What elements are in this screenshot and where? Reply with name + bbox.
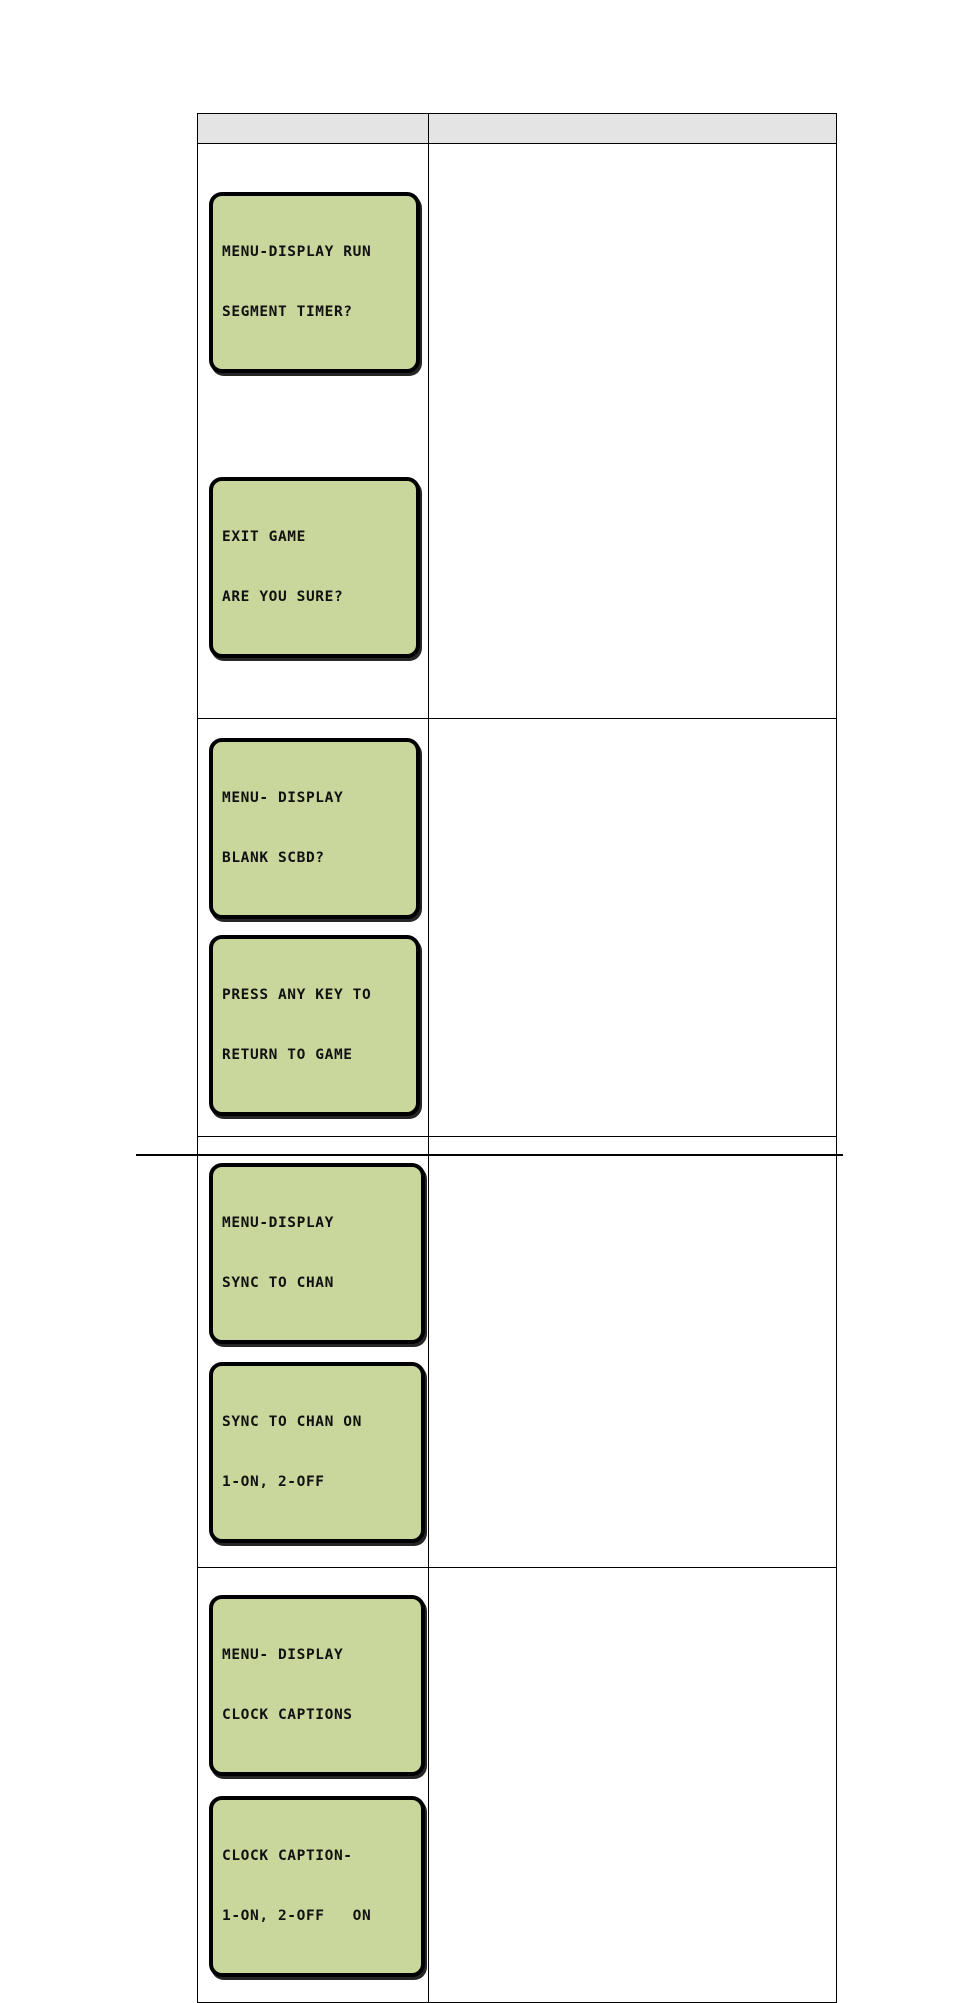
lcd-stack: MENU- DISPLAY BLANK SCBD? PRESS ANY KEY … (198, 719, 428, 1136)
footer-rule (136, 1154, 843, 1156)
cell-description-sync-to-chan (428, 1136, 837, 1568)
lcd-line-1: MENU-DISPLAY (222, 1215, 334, 1231)
lcd-panel-menu-display-sync-to-chan[interactable]: MENU-DISPLAY SYNC TO CHAN (209, 1163, 425, 1344)
lcd-line-2: 1-ON, 2-OFF (222, 1474, 325, 1490)
lcd-line-2: SYNC TO CHAN (222, 1275, 334, 1291)
lcd-stack: MENU- DISPLAY CLOCK CAPTIONS CLOCK CAPTI… (198, 1568, 428, 2002)
lcd-spacer (198, 373, 428, 477)
lcd-spacer (198, 919, 428, 935)
lcd-spacer (198, 1776, 428, 1796)
table-header-row (197, 113, 837, 144)
lcd-line-2: RETURN TO GAME (222, 1047, 353, 1063)
lcd-panel-exit-game-confirm[interactable]: EXIT GAME ARE YOU SURE? (209, 477, 420, 658)
menu-display-table: MENU-DISPLAY RUN SEGMENT TIMER? EXIT GAM… (197, 113, 837, 2003)
lcd-line-1: EXIT GAME (222, 529, 306, 545)
lcd-line-2: 1-ON, 2-OFF ON (222, 1908, 372, 1924)
table-row: MENU- DISPLAY CLOCK CAPTIONS CLOCK CAPTI… (197, 1567, 837, 2003)
lcd-panel-menu-display-blank-scbd[interactable]: MENU- DISPLAY BLANK SCBD? (209, 738, 420, 919)
document-page: MENU-DISPLAY RUN SEGMENT TIMER? EXIT GAM… (0, 0, 954, 2003)
cell-displays-clock-captions: MENU- DISPLAY CLOCK CAPTIONS CLOCK CAPTI… (197, 1567, 429, 2003)
cell-displays-run-segment-timer: MENU-DISPLAY RUN SEGMENT TIMER? EXIT GAM… (197, 143, 429, 719)
lcd-panel-clock-caption-setting[interactable]: CLOCK CAPTION- 1-ON, 2-OFF ON (209, 1796, 425, 1977)
lcd-panel-sync-to-chan-setting[interactable]: SYNC TO CHAN ON 1-ON, 2-OFF (209, 1362, 425, 1543)
cell-displays-sync-to-chan: MENU-DISPLAY SYNC TO CHAN SYNC TO CHAN O… (197, 1136, 429, 1568)
cell-displays-blank-scoreboard: MENU- DISPLAY BLANK SCBD? PRESS ANY KEY … (197, 718, 429, 1137)
table-row: MENU- DISPLAY BLANK SCBD? PRESS ANY KEY … (197, 718, 837, 1137)
lcd-stack: MENU-DISPLAY SYNC TO CHAN SYNC TO CHAN O… (198, 1137, 428, 1567)
lcd-line-2: ARE YOU SURE? (222, 589, 344, 605)
lcd-line-2: BLANK SCBD? (222, 850, 325, 866)
header-cell-description (428, 113, 837, 144)
lcd-spacer (198, 1344, 428, 1362)
header-cell-display (197, 113, 429, 144)
lcd-line-1: CLOCK CAPTION- (222, 1848, 353, 1864)
lcd-line-1: MENU- DISPLAY (222, 1647, 344, 1663)
lcd-line-2: CLOCK CAPTIONS (222, 1707, 353, 1723)
lcd-panel-menu-display-run-segment-timer[interactable]: MENU-DISPLAY RUN SEGMENT TIMER? (209, 192, 420, 373)
cell-description-blank-scoreboard (428, 718, 837, 1137)
table-row: MENU-DISPLAY RUN SEGMENT TIMER? EXIT GAM… (197, 143, 837, 719)
lcd-line-1: MENU- DISPLAY (222, 790, 344, 806)
lcd-line-1: PRESS ANY KEY TO (222, 987, 372, 1003)
lcd-line-1: SYNC TO CHAN ON (222, 1414, 362, 1430)
lcd-stack: MENU-DISPLAY RUN SEGMENT TIMER? EXIT GAM… (198, 144, 428, 718)
cell-description-run-segment-timer (428, 143, 837, 719)
cell-description-clock-captions (428, 1567, 837, 2003)
table-row: MENU-DISPLAY SYNC TO CHAN SYNC TO CHAN O… (197, 1136, 837, 1568)
lcd-line-1: MENU-DISPLAY RUN (222, 244, 372, 260)
lcd-line-2: SEGMENT TIMER? (222, 304, 353, 320)
lcd-panel-press-any-key-return[interactable]: PRESS ANY KEY TO RETURN TO GAME (209, 935, 420, 1116)
lcd-panel-menu-display-clock-captions[interactable]: MENU- DISPLAY CLOCK CAPTIONS (209, 1595, 425, 1776)
